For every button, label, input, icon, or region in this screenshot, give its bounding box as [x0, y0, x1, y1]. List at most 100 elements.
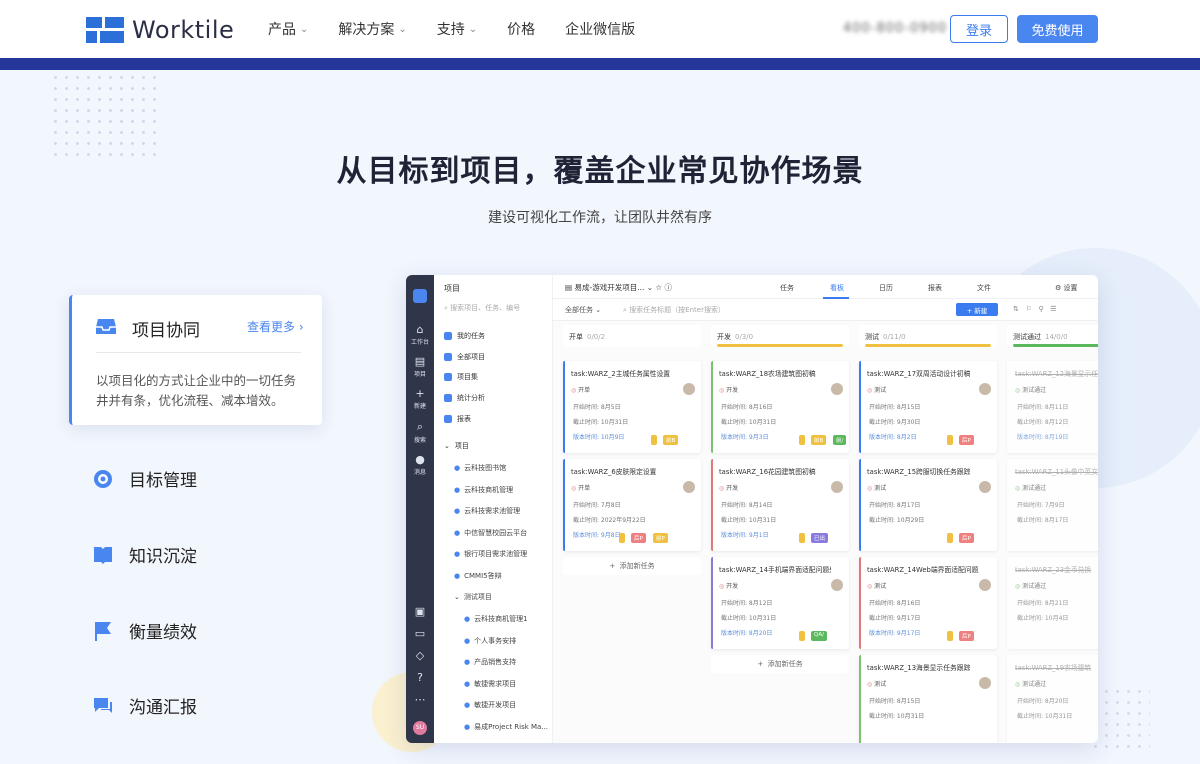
card-start: 开始时间: 7月9日 — [1017, 502, 1065, 509]
task-card[interactable]: task:WARZ_17双周活动设计初稿 ◎ 测试 开始时间: 8月15日 截止时间:… — [859, 361, 997, 453]
card-status[interactable]: ◎ 测试 — [867, 679, 886, 688]
card-status[interactable]: ◎ 开单 — [571, 385, 590, 394]
feature-performance[interactable]: 衡量绩效 — [93, 618, 197, 643]
rail-item-search[interactable]: ⌕ 搜索 — [406, 420, 434, 444]
project-icon: ● — [454, 528, 461, 537]
rail-apps-icon[interactable]: ⋯ — [406, 693, 434, 707]
task-search[interactable]: ⌕ 搜索任务标题（按Enter搜索） — [623, 305, 725, 315]
feature-knowledge[interactable]: 知识沉淀 — [93, 542, 197, 567]
nav-item-2[interactable]: 支持 ⌄ — [437, 19, 477, 39]
settings-button[interactable]: ⚙ 设置 — [1055, 283, 1078, 293]
rail-item-new[interactable]: + 新建 — [406, 387, 434, 410]
nav-item-0[interactable]: 产品 ⌄ — [268, 19, 308, 39]
sidebar-search[interactable]: ⌕ 搜索项目、任务、编号 — [444, 303, 520, 313]
card-tag: QA/ — [811, 631, 827, 641]
nav-item-4[interactable]: 企业微信版 — [565, 19, 635, 39]
sidebar-group-projects[interactable]: ⌄ 项目 — [444, 441, 469, 451]
rail-help-icon[interactable]: ? — [406, 671, 434, 685]
task-card[interactable]: task:WARZ_16花园建筑图初稿 ◎ 开发 开始时间: 8月14日 截止时间: … — [711, 459, 849, 551]
add-task-button[interactable]: + 添加新任务 — [563, 557, 701, 575]
sidebar-item-0[interactable]: 我的任务 — [444, 331, 485, 341]
card-status[interactable]: ◎ 测试 — [867, 483, 886, 492]
brand-logo[interactable]: Worktile — [86, 16, 234, 44]
task-card[interactable]: task:WARZ_11头像中英文 ◎ 测试通过 开始时间: 7月9日 截止时间: 8… — [1007, 459, 1098, 551]
sidebar-project-5[interactable]: ● CMMI5答辩 — [454, 571, 502, 581]
card-status[interactable]: ◎ 测试通过 — [1015, 581, 1046, 590]
card-title: task:WARZ_13海景显示任务跟踪 — [867, 664, 971, 672]
feature-communication[interactable]: 沟通汇报 — [93, 693, 197, 718]
card-status[interactable]: ◎ 测试通过 — [1015, 679, 1046, 688]
project-selector[interactable]: ▤ 易成-游戏开发项目... ⌄ ☆ ⓘ — [565, 282, 672, 293]
tab-files[interactable]: 文件 — [977, 283, 991, 293]
sidebar-subproject-5[interactable]: ● 易成Project Risk Ma... — [464, 722, 548, 732]
user-avatar[interactable]: SU — [406, 721, 434, 735]
nav-item-1[interactable]: 解决方案 ⌄ — [338, 19, 406, 39]
avatar[interactable] — [683, 383, 695, 395]
rail-item-workbench[interactable]: ⌂ 工作台 — [406, 323, 434, 346]
avatar[interactable] — [979, 677, 991, 689]
nav-item-3[interactable]: 价格 — [507, 19, 535, 39]
rail-item-project[interactable]: ▤ 项目 — [406, 355, 434, 378]
sidebar-subproject-4[interactable]: ● 敏捷开发项目 — [464, 700, 516, 710]
sidebar-project-3[interactable]: ● 中信智慧校园云平台 — [454, 528, 527, 538]
sidebar-item-2[interactable]: 项目集 — [444, 372, 478, 382]
task-card[interactable]: task:WARZ_18农场建筑图初稿 ◎ 开发 开始时间: 8月16日 截止时间: … — [711, 361, 849, 453]
add-task-button[interactable]: + 添加新任务 — [711, 655, 849, 673]
task-card[interactable]: task:WARZ_12海景显示任务 ◎ 测试通过 开始时间: 8月11日 截止时间:… — [1007, 361, 1098, 453]
free-trial-button[interactable]: 免费使用 — [1017, 15, 1098, 43]
tab-calendar[interactable]: 日历 — [879, 283, 893, 293]
task-card[interactable]: task:WARZ_13海景显示任务跟踪 ◎ 测试 开始时间: 8月15日 截止时间:… — [859, 655, 997, 743]
tab-board[interactable]: 看板 — [830, 283, 844, 293]
sidebar-item-4[interactable]: 报表 — [444, 414, 471, 424]
sidebar-project-2[interactable]: ● 云科技需求池管理 — [454, 506, 520, 516]
tab-reports[interactable]: 报表 — [928, 283, 942, 293]
sidebar-subproject-0[interactable]: ● 云科技商机管理1 — [464, 614, 528, 624]
card-status[interactable]: ◎ 测试通过 — [1015, 483, 1046, 492]
avatar[interactable] — [831, 481, 843, 493]
card-status[interactable]: ◎ 测试 — [867, 581, 886, 590]
sidebar-project-0[interactable]: ● 云科技图书馆 — [454, 463, 506, 473]
task-card[interactable]: task:WARZ_19农场建筑 ◎ 测试通过 开始时间: 8月20日 截止时间: 1… — [1007, 655, 1098, 743]
card-status[interactable]: ◎ 开发 — [719, 385, 738, 394]
feature-goal[interactable]: 目标管理 — [93, 466, 197, 491]
menu-icon — [444, 373, 452, 381]
avatar[interactable] — [683, 481, 695, 493]
avatar[interactable] — [979, 481, 991, 493]
task-card[interactable]: task:WARZ_14手机端界面适配问题处理 ◎ 开发 开始时间: 8月12日 截止… — [711, 557, 849, 649]
task-card[interactable]: task:WARZ_15跨服切换任务跟踪 ◎ 测试 开始时间: 8月17日 截止时间:… — [859, 459, 997, 551]
card-accent — [859, 655, 861, 743]
card-status[interactable]: ◎ 测试通过 — [1015, 385, 1046, 394]
avatar[interactable] — [979, 579, 991, 591]
sidebar-subgroup[interactable]: ⌄ 测试项目 — [454, 592, 492, 602]
rail-calendar-icon[interactable]: ▣ — [406, 605, 434, 619]
sidebar-subproject-1[interactable]: ● 个人事务安排 — [464, 636, 516, 646]
avatar[interactable] — [831, 383, 843, 395]
task-card[interactable]: task:WARZ_14Web端界面适配问题处理 ◎ 测试开始时间: 8月16日截… — [859, 557, 997, 649]
task-card[interactable]: task:WARZ_23金币兑换 ◎ 测试通过 开始时间: 8月21日 截止时间: 1… — [1007, 557, 1098, 649]
view-more-link[interactable]: 查看更多 › — [247, 318, 304, 335]
card-title: task:WARZ_19农场建筑 — [1015, 664, 1092, 672]
avatar[interactable] — [831, 579, 843, 591]
task-card[interactable]: task:WARZ_2主城任务属性设置 ◎ 开单 开始时间: 8月5日 截止时间: 1… — [563, 361, 701, 453]
rail-item-messages[interactable]: ● 消息 — [406, 453, 434, 476]
sidebar-project-1[interactable]: ● 云科技商机管理 — [454, 485, 513, 495]
tab-tasks[interactable]: 任务 — [780, 283, 794, 293]
rail-box-icon[interactable]: ◇ — [406, 649, 434, 663]
card-status[interactable]: ◎ 开发 — [719, 581, 738, 590]
new-task-button[interactable]: + 新建 — [956, 303, 998, 316]
sidebar-item-1[interactable]: 全部项目 — [444, 352, 485, 362]
task-card[interactable]: task:WARZ_6皮肤限定设置 ◎ 开单 开始时间: 7月8日 截止时间: 202… — [563, 459, 701, 551]
login-button[interactable]: 登录 — [950, 15, 1008, 43]
avatar[interactable] — [979, 383, 991, 395]
sidebar-item-3[interactable]: 统计分析 — [444, 393, 485, 403]
sidebar-subproject-2[interactable]: ● 产品销售支持 — [464, 657, 516, 667]
toolbar-icons[interactable]: ⇅ ⚐ ⚲ ☰ — [1013, 305, 1057, 313]
task-filter[interactable]: 全部任务 ⌄ — [565, 305, 601, 315]
rail-folder-icon[interactable]: ▭ — [406, 627, 434, 641]
sidebar-project-4[interactable]: ● 银行项目需求池管理 — [454, 549, 527, 559]
sidebar-subproject-3[interactable]: ● 敏捷需求项目 — [464, 679, 516, 689]
card-status[interactable]: ◎ 测试 — [867, 385, 886, 394]
feature-card-project[interactable]: 项目协同 查看更多 › 以项目化的方式让企业中的一切任务井并有条，优化流程、减本… — [69, 295, 322, 425]
card-status[interactable]: ◎ 开单 — [571, 483, 590, 492]
card-status[interactable]: ◎ 开发 — [719, 483, 738, 492]
